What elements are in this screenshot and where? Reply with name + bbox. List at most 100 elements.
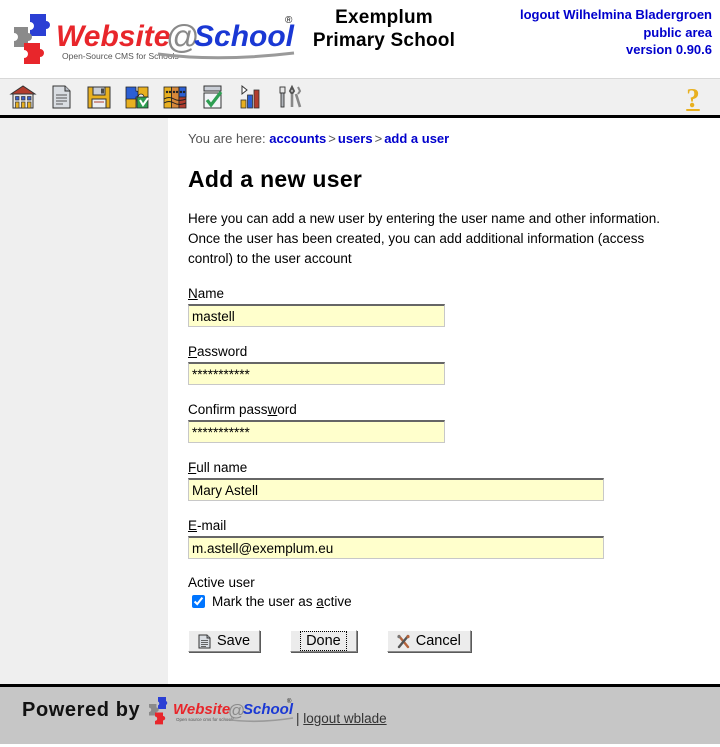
done-button-label: Done xyxy=(306,633,341,649)
label-full-name-rest: ull name xyxy=(196,460,248,475)
breadcrumb-item-users[interactable]: users xyxy=(338,131,373,146)
field-password: Password xyxy=(188,343,720,385)
powered-by-label: Powered by xyxy=(22,699,141,721)
add-user-form: Name Password Confirm password Full name… xyxy=(188,285,720,652)
toolbar-item-modules[interactable] xyxy=(122,82,152,112)
save-disk-icon xyxy=(87,86,111,109)
pagemanager-check-icon xyxy=(203,85,223,109)
field-full-name: Full name xyxy=(188,459,720,501)
label-full-name: Full name xyxy=(188,459,720,476)
page-icon xyxy=(52,85,71,109)
label-active-user: Active user xyxy=(188,575,255,590)
field-email: E-mail xyxy=(188,517,720,559)
toolbar-item-filemanager[interactable] xyxy=(84,82,114,112)
toolbar-item-page[interactable] xyxy=(46,82,76,112)
school-name-line1: Exemplum xyxy=(335,7,433,28)
cancel-button[interactable]: Cancel xyxy=(386,630,471,652)
document-icon xyxy=(198,634,211,648)
field-active-user: Active user Mark the user as active xyxy=(188,574,720,611)
label-email-accesskey: E xyxy=(188,518,198,533)
label-confirm-password: Confirm password xyxy=(188,401,720,418)
label-confirm-password-pre: Confirm pass xyxy=(188,402,268,417)
accounts-faces-icon xyxy=(163,86,187,109)
main-toolbar: ? xyxy=(0,78,720,118)
svg-text:®: ® xyxy=(287,698,292,705)
breadcrumb-item-accounts[interactable]: accounts xyxy=(269,131,326,146)
website-at-school-footer-logo-icon: Website @ School ® Open source cms for s… xyxy=(149,697,294,725)
done-button-focus-ring: Done xyxy=(300,631,347,651)
label-password: Password xyxy=(188,343,720,360)
active-user-label-accesskey: a xyxy=(316,594,324,609)
label-full-name-accesskey: F xyxy=(188,460,197,475)
page-body: You are here: accounts > users > add a user … xyxy=(0,118,720,684)
school-name: Exemplum Primary School xyxy=(300,6,468,52)
label-password-rest: assword xyxy=(197,344,248,359)
footer-logo[interactable]: Website @ School ® Open source cms for s… xyxy=(148,695,294,729)
name-input[interactable] xyxy=(188,304,445,327)
save-button-label: Save xyxy=(217,633,251,649)
school-name-line2: Primary School xyxy=(312,30,456,51)
confirm-password-input[interactable] xyxy=(188,420,445,443)
label-password-accesskey: P xyxy=(188,344,198,359)
breadcrumb-item-add-a-user[interactable]: add a user xyxy=(384,131,449,146)
svg-text:Website: Website xyxy=(56,20,170,53)
toolbar-item-statistics[interactable] xyxy=(236,82,266,112)
version-label: version 0.90.6 xyxy=(626,42,712,57)
save-button[interactable]: Save xyxy=(188,630,261,652)
svg-text:Website: Website xyxy=(173,701,230,718)
crossed-tools-icon xyxy=(397,634,410,648)
label-confirm-password-accesskey: w xyxy=(267,402,278,417)
main-content: You are here: accounts > users > add a user … xyxy=(168,118,720,684)
logout-link-top[interactable]: logout Wilhelmina Bladergroen xyxy=(520,6,712,24)
breadcrumb-prefix: You are here: xyxy=(188,131,266,146)
password-input[interactable] xyxy=(188,362,445,385)
logout-link-top-anchor[interactable]: logout Wilhelmina Bladergroen xyxy=(520,7,712,22)
label-name-rest: ame xyxy=(197,286,225,301)
label-name: Name xyxy=(188,285,720,302)
label-email-rest: -mail xyxy=(197,518,227,533)
intro-text: Here you can add a new user by entering … xyxy=(188,211,661,266)
label-confirm-password-rest: ord xyxy=(277,402,297,417)
email-input[interactable] xyxy=(188,536,604,559)
school-icon xyxy=(9,85,37,109)
breadcrumb-separator-1: > xyxy=(328,131,336,146)
website-at-school-logo-icon: Website @ School ® Open-Source CMS for S… xyxy=(14,14,295,64)
toolbar-item-accounts[interactable] xyxy=(160,82,190,112)
active-user-label-rest: ctive xyxy=(323,594,352,609)
area-label: public area xyxy=(643,24,712,40)
breadcrumb-separator-2: > xyxy=(374,131,383,146)
toolbar-item-tools[interactable] xyxy=(274,82,304,112)
active-user-row: Mark the user as active xyxy=(188,592,720,611)
page-title: Add a new user xyxy=(188,166,363,192)
statistics-chart-icon xyxy=(240,84,260,109)
active-user-checkbox-label[interactable]: Mark the user as active xyxy=(212,593,352,610)
left-sidebar xyxy=(0,118,168,684)
tools-icon xyxy=(279,84,302,108)
page-header: Website @ School ® Open-Source CMS for S… xyxy=(0,0,720,78)
toolbar-item-pagemanager[interactable] xyxy=(198,82,228,112)
label-email: E-mail xyxy=(188,517,720,534)
form-button-row: Save Done Cancel xyxy=(188,630,720,652)
full-name-input[interactable] xyxy=(188,478,604,501)
svg-text:®: ® xyxy=(285,15,293,26)
field-confirm-password: Confirm password xyxy=(188,401,720,443)
svg-text:School: School xyxy=(194,20,295,53)
field-name: Name xyxy=(188,285,720,327)
modules-puzzle-icon xyxy=(125,86,149,109)
done-button[interactable]: Done xyxy=(290,630,357,652)
toolbar-icon-group xyxy=(8,82,304,112)
svg-text:Open-Source CMS for Schools: Open-Source CMS for Schools xyxy=(62,51,179,61)
page-footer: Powered by Website @ School ® Open sourc… xyxy=(0,684,720,744)
toolbar-item-school[interactable] xyxy=(8,82,38,112)
header-account-info: logout Wilhelmina Bladergroen public are… xyxy=(520,6,712,59)
help-button[interactable]: ? xyxy=(680,83,706,113)
active-user-label-pre: Mark the user as xyxy=(212,594,317,609)
label-name-accesskey: N xyxy=(188,286,198,301)
active-user-checkbox[interactable] xyxy=(192,595,205,608)
footer-logout-link[interactable]: logout wblade xyxy=(303,711,386,726)
cancel-button-label: Cancel xyxy=(415,633,461,649)
footer-logout-area: | logout wblade xyxy=(296,711,387,726)
footer-separator: | xyxy=(296,711,300,726)
breadcrumb: You are here: accounts > users > add a user xyxy=(188,131,720,147)
site-logo[interactable]: Website @ School ® Open-Source CMS for S… xyxy=(8,6,300,70)
